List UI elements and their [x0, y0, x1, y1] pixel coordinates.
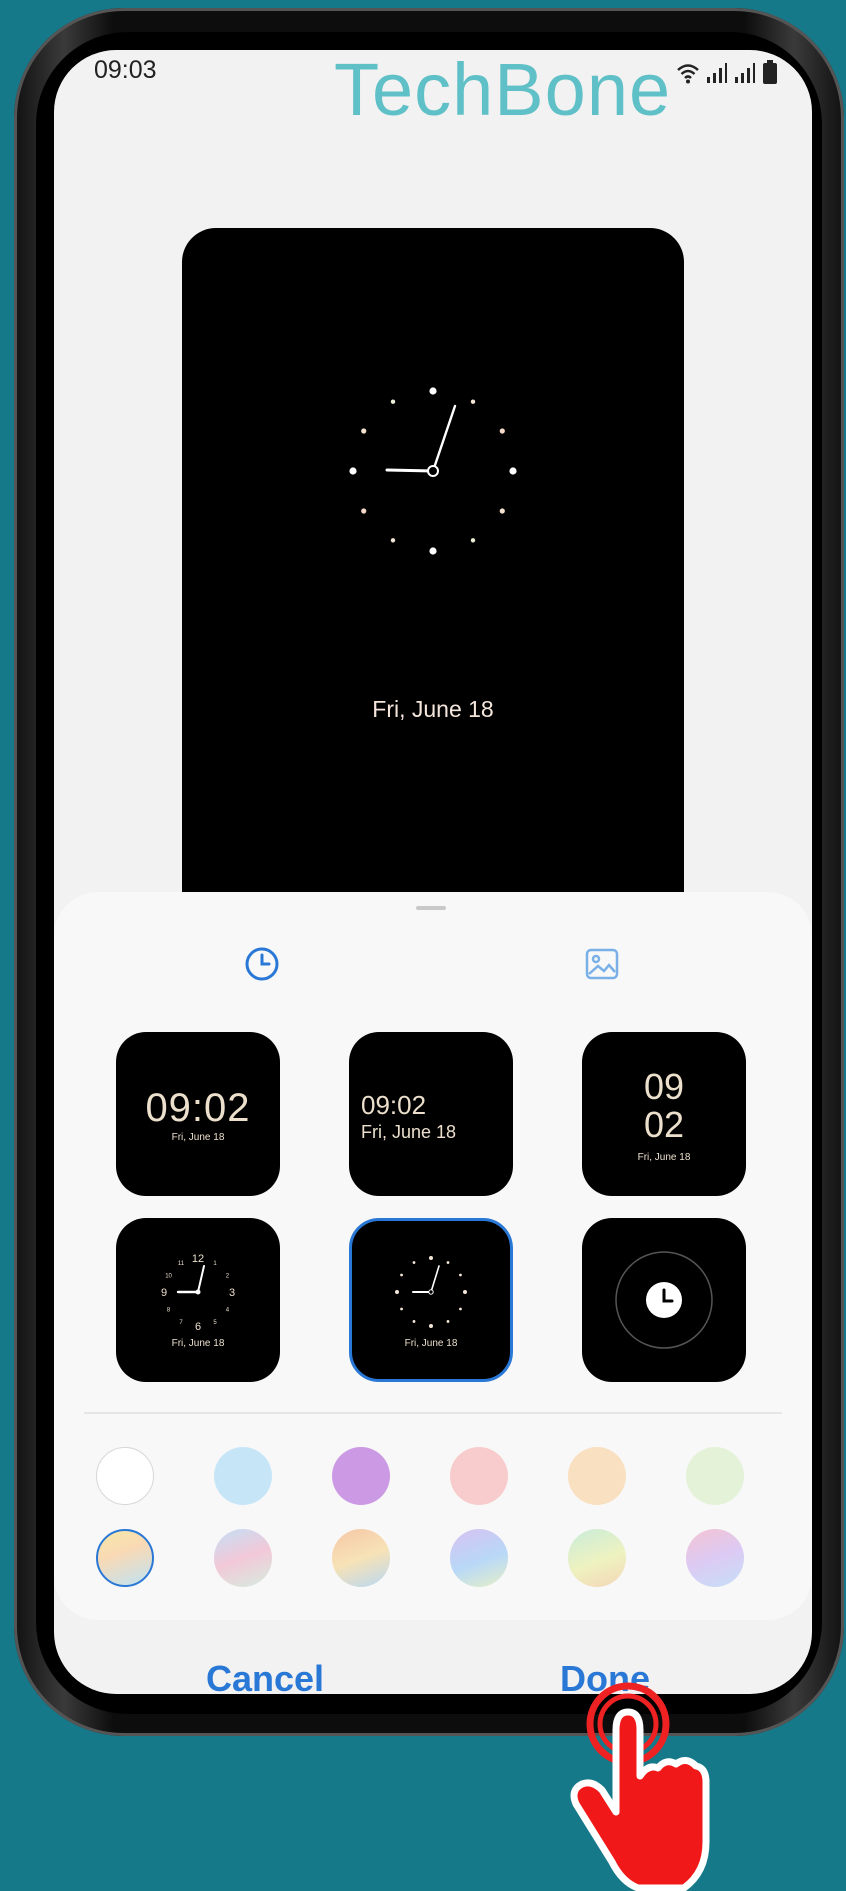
cancel-button[interactable]: Cancel [206, 1658, 324, 1694]
clock-numeral: 5 [213, 1320, 217, 1326]
preview-date: Fri, June 18 [372, 696, 494, 722]
color-swatch[interactable] [214, 1447, 272, 1505]
clock-dot [361, 508, 367, 514]
clock-dot [429, 547, 437, 555]
clock-numeral: 8 [167, 1308, 171, 1314]
clock-dot [400, 1307, 403, 1311]
clock-numeral: 10 [165, 1274, 172, 1280]
clock-icon [615, 1251, 713, 1349]
color-swatch-gradient[interactable] [214, 1529, 272, 1587]
clock-numeral: 9 [161, 1287, 167, 1299]
clock-dot [470, 538, 476, 543]
clock-numeral: 1 [213, 1261, 217, 1267]
status-time: 09:03 [94, 56, 157, 84]
clock-dot [412, 1261, 416, 1264]
phone-screen: 09:03 TechBone Fri, June 18 09:02 Fri, J… [54, 50, 812, 1694]
clock-dot [499, 508, 505, 514]
color-swatch-gradient[interactable] [686, 1529, 744, 1587]
clock-pivot [428, 1289, 434, 1295]
minute-hand [431, 404, 457, 473]
clock-style-date: Fri, June 18 [171, 1338, 225, 1349]
system-icons [676, 56, 778, 84]
clock-style-minute: 02 [643, 1104, 685, 1145]
clock-dot [459, 1273, 462, 1277]
clock-dot [400, 1273, 403, 1277]
clock-dot [429, 387, 437, 395]
clock-style-date: Fri, June 18 [637, 1152, 691, 1163]
clock-dot [390, 399, 396, 404]
clock-style-hour: 09 [643, 1066, 685, 1107]
tab-clock-style[interactable] [242, 944, 282, 984]
lock-screen-preview: Fri, June 18 [182, 228, 684, 948]
clock-dot [395, 1290, 399, 1294]
analog-clock-preview [349, 387, 517, 555]
clock-icon [245, 947, 279, 981]
divider [84, 1412, 782, 1414]
color-swatch-gradient[interactable] [450, 1529, 508, 1587]
clock-dot [349, 467, 357, 475]
color-swatch[interactable] [568, 1447, 626, 1505]
minute-hand [430, 1265, 440, 1293]
color-swatch[interactable] [332, 1447, 390, 1505]
clock-dot [459, 1307, 462, 1311]
minute-hand [197, 1265, 205, 1293]
clock-numeral: 11 [178, 1261, 185, 1267]
battery-icon [763, 60, 777, 84]
clock-pivot [427, 465, 439, 477]
clock-style-date: Fri, June 18 [361, 1122, 457, 1142]
clock-dot [499, 428, 505, 434]
analog-numbers-face: 12 1234567891011 [161, 1253, 235, 1333]
color-swatch[interactable] [96, 1447, 154, 1505]
clock-dot [412, 1320, 416, 1323]
clock-style-icon[interactable] [582, 1218, 746, 1382]
hour-hand [385, 468, 435, 473]
clock-style-digital-stacked[interactable]: 09 02 Fri, June 18 [582, 1032, 746, 1196]
clock-dot [390, 538, 396, 543]
clock-dot [470, 399, 476, 404]
signal-icon [707, 63, 727, 83]
signal-icon-2 [735, 63, 755, 83]
clock-numeral: 12 [192, 1253, 204, 1265]
clock-numeral: 7 [179, 1320, 183, 1326]
color-swatch[interactable] [686, 1447, 744, 1505]
clock-style-sheet: 09:02 Fri, June 18 09:02 Fri, June 18 09… [54, 892, 812, 1620]
clock-numeral: 2 [226, 1274, 230, 1280]
clock-dot [429, 1324, 433, 1328]
clock-numeral: 6 [195, 1321, 201, 1333]
analog-dots-face [395, 1256, 467, 1328]
clock-dot [463, 1290, 467, 1294]
clock-dot [446, 1320, 450, 1323]
color-swatch-gradient[interactable] [332, 1529, 390, 1587]
clock-dot [429, 1256, 433, 1260]
clock-style-digital-large[interactable]: 09:02 Fri, June 18 [116, 1032, 280, 1196]
clock-style-analog-numbers[interactable]: 12 1 2 3 4 5 6 7 8 9 10 11 Fri, June 18 [116, 1218, 280, 1382]
wifi-icon [677, 64, 699, 84]
clock-style-date: Fri, June 18 [171, 1132, 225, 1143]
clock-style-analog-dots[interactable]: Fri, June 18 [349, 1218, 513, 1382]
clock-style-time: 09:02 [361, 1090, 427, 1120]
clock-style-digital-left[interactable]: 09:02 Fri, June 18 [349, 1032, 513, 1196]
drag-handle[interactable] [416, 906, 446, 910]
clock-dot [361, 428, 367, 434]
clock-numeral: 3 [229, 1287, 235, 1299]
color-swatch-gradient[interactable] [568, 1529, 626, 1587]
color-swatch[interactable] [450, 1447, 508, 1505]
color-swatch-gradient[interactable] [96, 1529, 154, 1587]
tab-image-style[interactable] [582, 944, 622, 984]
clock-style-time: 09:02 [145, 1086, 251, 1130]
status-bar: 09:03 TechBone [54, 50, 812, 130]
clock-pivot [195, 1289, 201, 1295]
clock-dot [509, 467, 517, 475]
brand-watermark: TechBone [334, 50, 672, 131]
tap-hand-pointer-icon [570, 1682, 710, 1891]
clock-dot [446, 1261, 450, 1264]
clock-style-date: Fri, June 18 [404, 1338, 458, 1349]
image-icon [585, 948, 619, 980]
clock-numeral: 4 [226, 1308, 230, 1314]
